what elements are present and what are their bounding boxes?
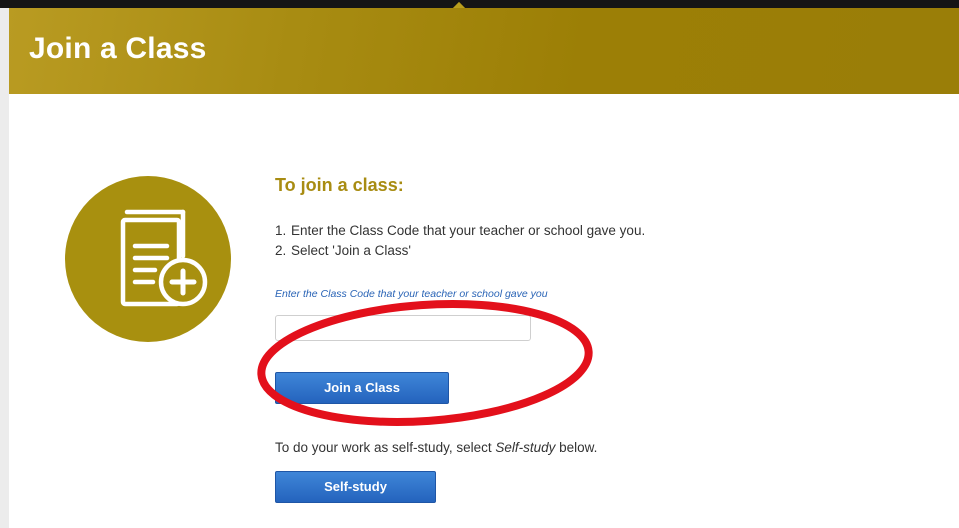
join-class-illustration <box>65 176 231 342</box>
selfstudy-instructions: To do your work as self-study, select Se… <box>275 440 598 455</box>
instructions-heading: To join a class: <box>275 175 404 195</box>
class-code-label: Enter the Class Code that your teacher o… <box>275 288 548 300</box>
self-study-button[interactable]: Self-study <box>275 471 436 503</box>
page-banner: Join a Class <box>9 8 959 94</box>
instructions-list: 1. Enter the Class Code that your teacher… <box>275 221 645 261</box>
page-frame: Join a Class To join a class: 1. Enter th… <box>9 8 959 528</box>
class-code-input[interactable] <box>275 315 531 341</box>
join-class-button[interactable]: Join a Class <box>275 372 449 404</box>
instruction-step: 1. Enter the Class Code that your teacher… <box>275 223 646 238</box>
top-edge <box>0 0 959 17</box>
page-title: Join a Class <box>29 32 207 65</box>
instruction-step: 2. Select 'Join a Class' <box>275 243 411 258</box>
book-add-icon <box>120 209 208 307</box>
